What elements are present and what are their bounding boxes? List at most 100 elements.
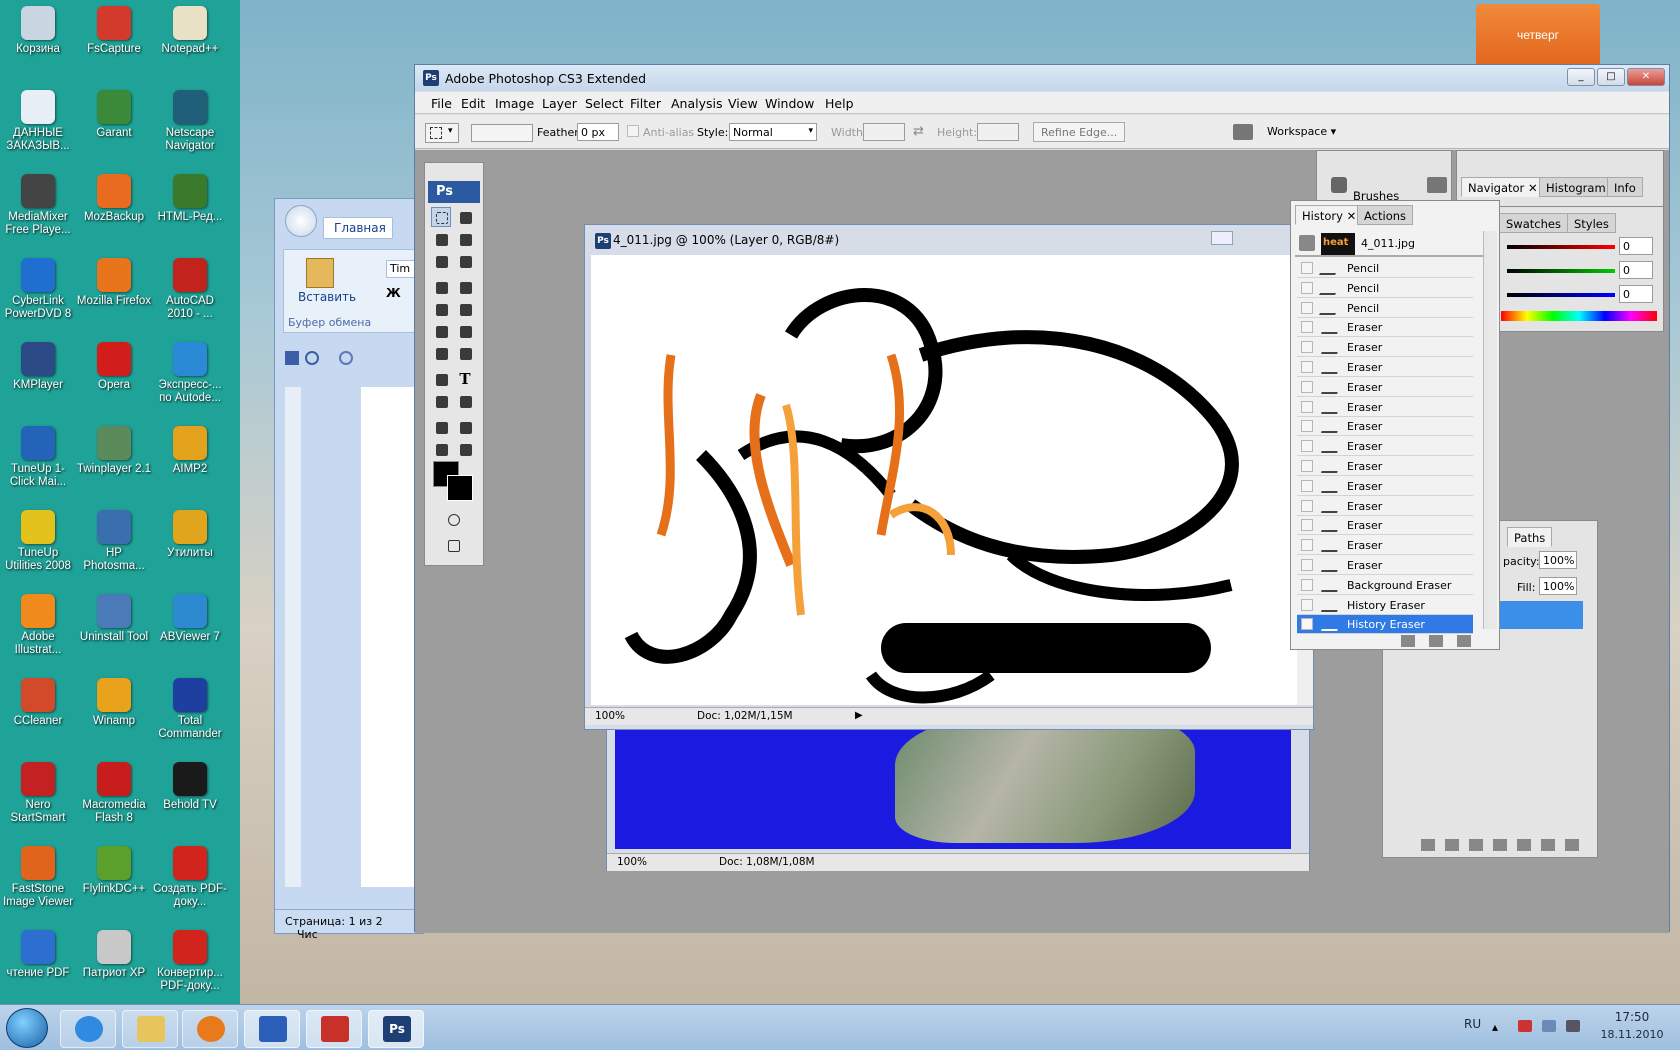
desktop-icon[interactable]: Патриот XP <box>76 930 152 980</box>
menu-window[interactable]: Window <box>765 96 814 111</box>
color-spectrum-bar[interactable] <box>1501 311 1657 321</box>
desktop-icon[interactable]: KMPlayer <box>0 342 76 392</box>
minimize-button[interactable]: _ <box>1567 68 1595 86</box>
history-brush-source-checkbox[interactable] <box>1301 598 1313 611</box>
blur-tool[interactable] <box>431 343 451 363</box>
fill-input[interactable]: 100% <box>1539 577 1577 595</box>
desktop-icon[interactable]: Netscape Navigator <box>152 90 228 153</box>
refine-edge-button[interactable]: Refine Edge... <box>1033 122 1126 142</box>
crop-tool[interactable] <box>431 251 451 271</box>
move-tool[interactable] <box>455 207 475 227</box>
new-layer-icon[interactable] <box>1541 839 1555 851</box>
history-state[interactable]: Pencil <box>1297 299 1473 318</box>
history-brush-source-checkbox[interactable] <box>1301 618 1313 631</box>
desktop-icon[interactable]: FsCapture <box>76 6 152 56</box>
selection-mode-buttons[interactable] <box>471 124 533 142</box>
history-brush-source-checkbox[interactable] <box>1301 400 1313 413</box>
history-state[interactable]: Eraser <box>1297 358 1473 377</box>
desktop-icon[interactable]: Корзина <box>0 6 76 56</box>
width-input[interactable] <box>863 123 905 141</box>
shape-tool[interactable] <box>455 391 475 411</box>
desktop-icon[interactable]: CyberLink PowerDVD 8 <box>0 258 76 321</box>
tab-styles[interactable]: Styles <box>1567 213 1616 233</box>
quick-mask-button[interactable] <box>443 509 463 529</box>
eraser-tool[interactable] <box>431 321 451 341</box>
green-slider[interactable] <box>1507 269 1615 273</box>
desktop-icon[interactable]: Создать PDF-доку... <box>152 846 228 909</box>
desktop-icon[interactable]: AIMP2 <box>152 426 228 476</box>
desktop-icon[interactable]: Adobe Illustrat... <box>0 594 76 657</box>
doc-size[interactable]: Doc: 1,08M/1,08M <box>719 856 815 868</box>
desktop-icon[interactable]: HTML-Ред... <box>152 174 228 224</box>
desktop-icon[interactable]: AutoCAD 2010 - ... <box>152 258 228 321</box>
history-state[interactable]: Eraser <box>1297 457 1473 476</box>
close-icon[interactable]: ✕ <box>1347 209 1357 223</box>
tray-volume-icon[interactable] <box>1566 1020 1580 1032</box>
tray-arrow-icon[interactable]: ▴ <box>1492 1020 1506 1034</box>
style-select[interactable]: Normal ▾ <box>729 123 817 141</box>
history-state[interactable]: Pencil <box>1297 279 1473 298</box>
desktop-icon[interactable]: MozBackup <box>76 174 152 224</box>
zoom-tool[interactable] <box>455 439 475 459</box>
adjustment-icon[interactable] <box>1493 839 1507 851</box>
tab-swatches[interactable]: Swatches <box>1499 213 1568 233</box>
history-state[interactable]: Eraser <box>1297 437 1473 457</box>
desktop-icon[interactable]: ABViewer 7 <box>152 594 228 644</box>
history-brush-source-checkbox[interactable] <box>1301 460 1313 472</box>
tab-paths[interactable]: Paths <box>1507 527 1553 547</box>
tab-history[interactable]: History ✕ <box>1295 205 1364 225</box>
history-brush-source-checkbox[interactable] <box>1301 321 1313 334</box>
tray-network-icon[interactable] <box>1518 1020 1532 1032</box>
history-brush-source-checkbox[interactable] <box>1301 380 1313 393</box>
desktop-icon[interactable]: Экспресс-... по Autode... <box>152 342 228 405</box>
tab-home[interactable]: Главная <box>323 217 393 239</box>
desktop-icon[interactable]: Uninstall Tool <box>76 594 152 644</box>
menu-layer[interactable]: Layer <box>542 96 577 111</box>
eyedropper-tool[interactable] <box>455 251 475 271</box>
bold-button[interactable]: Ж <box>386 286 406 304</box>
menu-filter[interactable]: Filter <box>630 96 661 111</box>
red-value[interactable]: 0 <box>1619 237 1653 255</box>
history-state[interactable]: History Eraser <box>1297 615 1473 635</box>
history-brush-source-checkbox[interactable] <box>1301 559 1313 571</box>
history-brush-tool[interactable] <box>455 299 475 319</box>
doc-minimize-button[interactable] <box>1211 231 1233 245</box>
history-scrollbar[interactable] <box>1483 231 1497 629</box>
workspace-menu[interactable]: Workspace ▾ <box>1267 125 1336 138</box>
office-button[interactable] <box>285 205 317 237</box>
zoom-level[interactable]: 100% <box>595 710 625 722</box>
eyedropper-tool-2[interactable] <box>455 417 475 437</box>
hand-tool[interactable] <box>431 439 451 459</box>
status-page[interactable]: Страница: 1 из 2 <box>285 915 383 928</box>
history-brush-source-checkbox[interactable] <box>1301 361 1313 373</box>
close-icon[interactable]: ✕ <box>1528 181 1538 195</box>
type-tool-icon[interactable]: T <box>455 369 475 389</box>
camera-icon[interactable] <box>1429 635 1443 647</box>
history-state[interactable]: Eraser <box>1297 556 1473 575</box>
taskbar-ie[interactable] <box>60 1010 116 1048</box>
tray-language[interactable]: RU <box>1464 1017 1481 1031</box>
history-state[interactable]: Eraser <box>1297 536 1473 556</box>
word-window[interactable]: Главная Вставить Буфер обмена Tim Ж Стра… <box>274 198 425 941</box>
menu-analysis[interactable]: Analysis <box>671 96 723 111</box>
feather-input[interactable]: 0 px <box>577 123 619 141</box>
history-state[interactable]: Eraser <box>1297 417 1473 437</box>
antialias-checkbox[interactable] <box>627 125 639 137</box>
desktop-icon[interactable]: HP Photosma... <box>76 510 152 573</box>
desktop-icon[interactable]: ДАННЫЕ ЗАКАЗЫВ... <box>0 90 76 153</box>
clone-stamp-tool[interactable] <box>431 299 451 319</box>
menu-select[interactable]: Select <box>585 96 624 111</box>
trash-icon[interactable] <box>1565 839 1579 851</box>
blue-slider[interactable] <box>1507 293 1615 297</box>
history-brush-source-checkbox[interactable] <box>1301 281 1313 294</box>
desktop-icon[interactable]: Notepad++ <box>152 6 228 56</box>
brush-tool[interactable] <box>455 277 475 297</box>
desktop-icon[interactable]: Конвертир... PDF-доку... <box>152 930 228 993</box>
menu-file[interactable]: File <box>431 96 452 111</box>
tab-histogram[interactable]: Histogram <box>1539 177 1613 197</box>
screen-mode-button[interactable] <box>443 535 463 555</box>
tab-actions[interactable]: Actions <box>1357 205 1414 225</box>
taskbar-save-app[interactable] <box>306 1010 362 1048</box>
bridge-icon[interactable] <box>1233 124 1253 140</box>
desktop-icon[interactable]: Nero StartSmart <box>0 762 76 825</box>
